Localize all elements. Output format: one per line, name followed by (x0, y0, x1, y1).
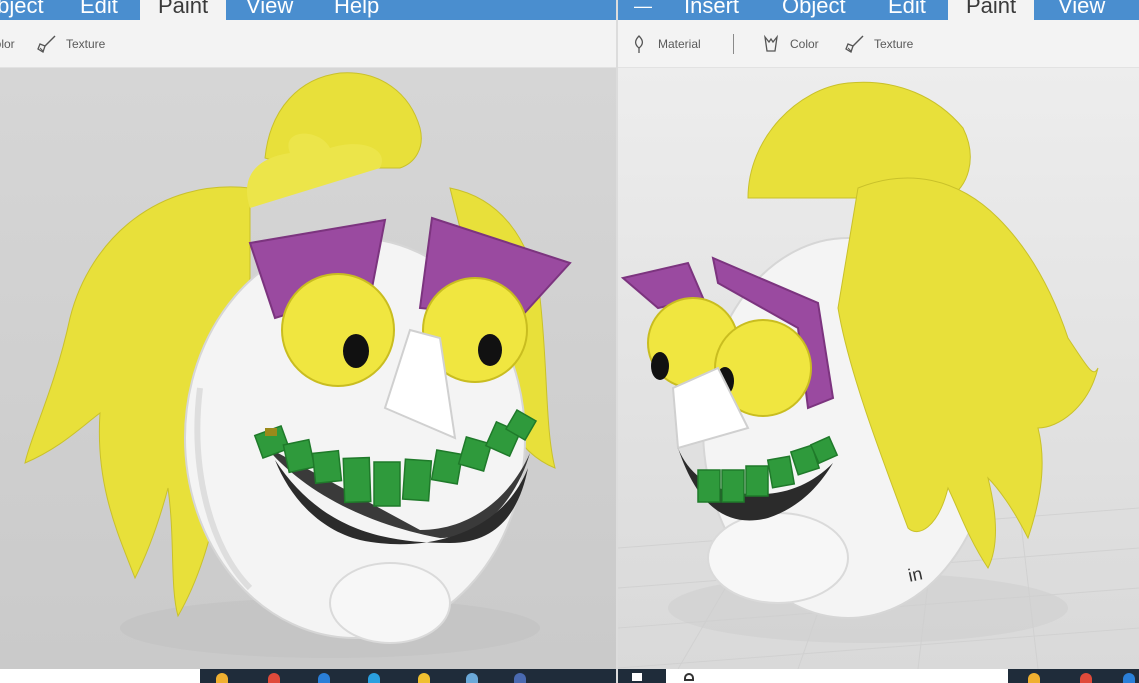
texture-tool-label: Texture (874, 37, 914, 51)
search-icon[interactable] (684, 673, 694, 681)
color-icon (760, 34, 782, 54)
paint-toolbar: Color Texture (0, 20, 617, 68)
edge-icon[interactable] (1123, 673, 1135, 683)
taskbar (0, 669, 617, 683)
store-icon[interactable] (368, 673, 380, 683)
right-app-window: — Insert Object Edit Paint View Material… (618, 0, 1139, 683)
menu-bar: Object Edit Paint View Help (0, 0, 617, 20)
texture-tool-label: Texture (66, 37, 106, 51)
texture-tool-button[interactable]: Texture (844, 34, 913, 54)
app-icon[interactable] (514, 673, 526, 683)
menu-paint[interactable]: Paint (948, 0, 1035, 20)
3d-model-front-view (24, 72, 572, 658)
menu-bar: — Insert Object Edit Paint View (618, 0, 1139, 20)
chrome-icon[interactable] (268, 673, 280, 683)
material-icon (628, 34, 650, 54)
menu-help[interactable]: Help (324, 0, 389, 20)
file-explorer-icon[interactable] (216, 673, 228, 683)
menu-insert[interactable]: Insert (674, 0, 749, 20)
3d-builder-icon[interactable] (466, 673, 478, 683)
edge-icon[interactable] (318, 673, 330, 683)
app-icon[interactable] (418, 673, 430, 683)
menu-object[interactable]: Object (0, 0, 54, 20)
color-tool-button[interactable]: Color (0, 34, 15, 54)
menu-edit[interactable]: Edit (878, 0, 936, 20)
menu-object[interactable]: Object (772, 0, 856, 20)
left-app-window: Object Edit Paint View Help Color Textur… (0, 0, 617, 683)
texture-tool-button[interactable]: Texture (36, 34, 105, 54)
3d-model-side-view: in (618, 81, 1139, 669)
material-tool-button[interactable]: Material (628, 34, 701, 54)
file-explorer-icon[interactable] (1028, 673, 1040, 683)
menu-paint[interactable]: Paint (140, 0, 227, 20)
material-tool-label: Material (658, 37, 701, 51)
taskbar (618, 669, 1139, 683)
chrome-icon[interactable] (1080, 673, 1092, 683)
toolbar-separator (733, 34, 734, 54)
texture-brush-icon (36, 34, 58, 54)
hamburger-menu-icon[interactable]: — (624, 0, 662, 20)
paint-toolbar: Material Color Texture (618, 20, 1139, 68)
menu-view[interactable]: View (236, 0, 303, 20)
menu-view[interactable]: View (1048, 0, 1115, 20)
menu-edit[interactable]: Edit (70, 0, 128, 20)
start-windows-icon[interactable] (632, 673, 642, 681)
color-tool-label: Color (0, 37, 15, 51)
3d-viewport[interactable]: in (618, 68, 1139, 669)
texture-brush-icon (844, 34, 866, 54)
3d-viewport[interactable] (0, 68, 617, 669)
color-tool-label: Color (790, 37, 819, 51)
color-tool-button[interactable]: Color (760, 34, 819, 54)
